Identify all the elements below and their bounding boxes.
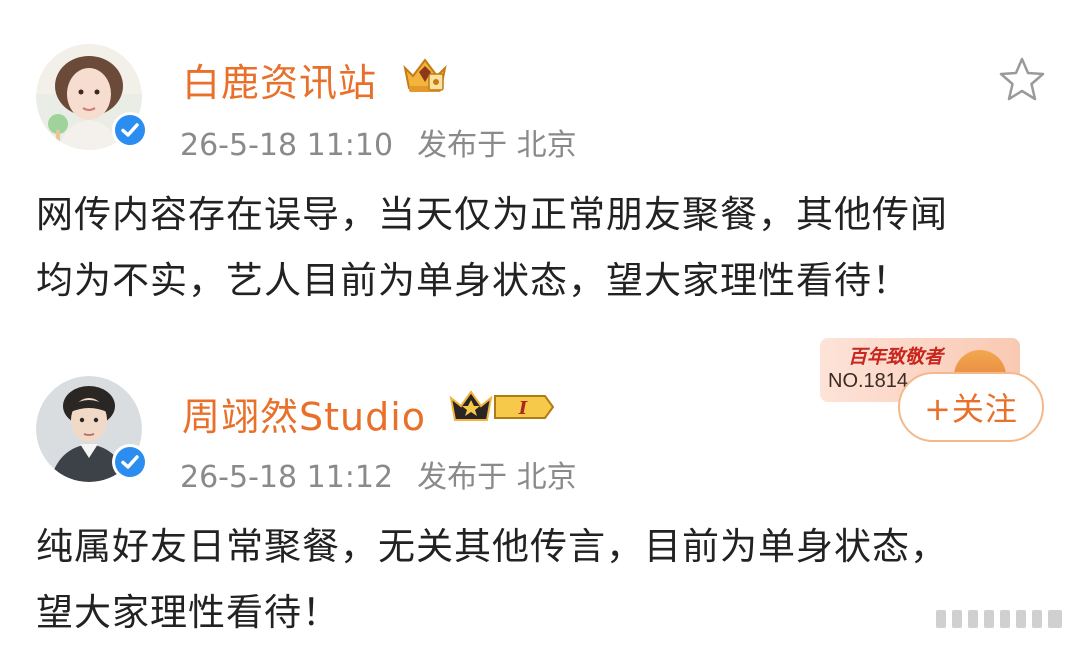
avatar[interactable] <box>36 44 148 150</box>
content-line: 网传内容存在误导，当天仅为正常朋友聚餐，其他传闻 <box>36 193 948 236</box>
post-content: 网传内容存在误导，当天仅为正常朋友聚餐，其他传闻 均为不实，艺人目前为单身状态，… <box>36 182 1056 314</box>
post-meta: 26-5-18 11:12 发布于 北京 <box>180 452 577 496</box>
post-content: 纯属好友日常聚餐，无关其他传言，目前为单身状态， 望大家理性看待！ <box>36 514 1056 646</box>
post-location: 发布于 北京 <box>417 128 577 163</box>
member-crown-icon <box>399 54 451 100</box>
content-line: 纯属好友日常聚餐，无关其他传言，目前为单身状态， <box>36 525 948 568</box>
post-time: 26-5-18 11:12 <box>180 460 394 495</box>
promo-title: 百年致敬者 <box>848 346 944 368</box>
vip-crown-badge: I <box>447 386 555 432</box>
content-line: 均为不实，艺人目前为单身状态，望大家理性看待！ <box>36 259 910 302</box>
post-location: 发布于 北京 <box>417 460 577 495</box>
post-meta: 26-5-18 11:10 发布于 北京 <box>180 120 577 164</box>
author-name[interactable]: 白鹿资讯站 <box>182 52 377 107</box>
post-time: 26-5-18 11:10 <box>180 128 394 163</box>
watermark-logo-icon <box>936 606 1066 636</box>
post-card: 白鹿资讯站 26-5-18 11:10 发布于 北京 网传内容存在误导，当天仅为正… <box>0 0 1080 340</box>
post-card: 百年致敬者 NO.1814 +关注 周翊然Studio I 26-5-18 11… <box>0 330 1080 658</box>
avatar[interactable] <box>36 376 148 482</box>
star-outline-icon[interactable] <box>998 56 1046 106</box>
verified-check-icon <box>115 447 145 477</box>
level-badge-text: I <box>518 398 528 419</box>
verified-badge <box>112 444 148 480</box>
promo-number: NO.1814 <box>828 370 909 392</box>
verified-badge <box>112 112 148 148</box>
verified-check-icon <box>115 115 145 145</box>
content-line: 望大家理性看待！ <box>36 591 340 634</box>
follow-button[interactable]: +关注 <box>898 372 1044 442</box>
author-name[interactable]: 周翊然Studio <box>182 386 426 441</box>
